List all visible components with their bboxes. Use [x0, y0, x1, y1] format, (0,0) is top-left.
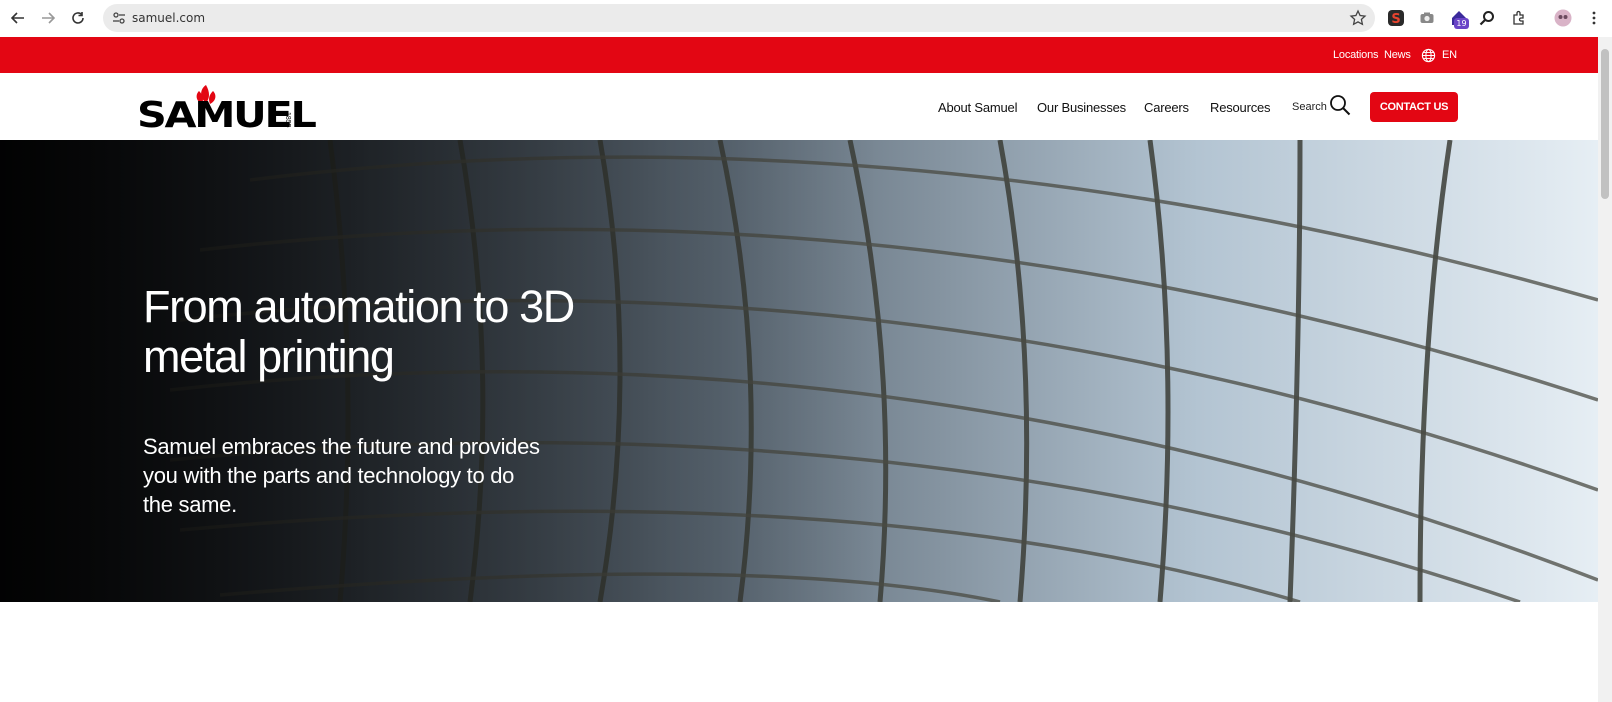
- search-icon[interactable]: [1329, 94, 1351, 116]
- globe-icon[interactable]: [1421, 48, 1436, 63]
- hero-title: From automation to 3D metal printing: [143, 282, 703, 382]
- language-selector[interactable]: EN: [1442, 49, 1457, 61]
- hero-banner: From automation to 3D metal printing Sam…: [0, 140, 1598, 602]
- hero-subtitle: Samuel embraces the future and provides …: [143, 432, 613, 519]
- hero-subtitle-line-1: Samuel embraces the future and provides: [143, 434, 540, 459]
- hero-title-line-2: metal printing: [143, 331, 395, 382]
- back-button[interactable]: [7, 7, 29, 29]
- news-link[interactable]: News: [1384, 49, 1411, 61]
- menu-icon[interactable]: [1584, 8, 1604, 28]
- address-bar[interactable]: samuel.com: [103, 4, 1375, 32]
- reload-button[interactable]: [67, 7, 89, 29]
- utility-bar: Locations News EN: [0, 37, 1598, 73]
- hero-subtitle-line-3: the same.: [143, 492, 237, 517]
- svg-text:S: S: [1391, 12, 1400, 27]
- lens-search-icon[interactable]: [1477, 8, 1497, 28]
- reload-icon: [72, 12, 84, 24]
- star-icon[interactable]: [1349, 9, 1367, 27]
- hero-title-line-1: From automation to 3D: [143, 281, 575, 332]
- nav-our-businesses[interactable]: Our Businesses: [1037, 100, 1126, 115]
- extension-s-icon[interactable]: S: [1386, 8, 1406, 28]
- forward-button[interactable]: [37, 7, 59, 29]
- forward-icon: [42, 12, 55, 24]
- scrollbar-thumb[interactable]: [1601, 49, 1609, 199]
- search-label[interactable]: Search: [1292, 101, 1327, 113]
- browser-toolbar: samuel.com S 19: [0, 0, 1612, 37]
- site-header: SAMUEL 1855 About Samuel Our Businesses …: [0, 73, 1598, 140]
- nav-about-samuel[interactable]: About Samuel: [938, 100, 1017, 115]
- camera-icon[interactable]: [1417, 8, 1437, 28]
- profile-avatar[interactable]: [1553, 8, 1573, 28]
- extensions-icon[interactable]: [1509, 8, 1529, 28]
- hero-subtitle-line-2: you with the parts and technology to do: [143, 463, 515, 488]
- page-scrollbar[interactable]: [1598, 37, 1612, 702]
- nav-careers[interactable]: Careers: [1144, 100, 1189, 115]
- url-text[interactable]: samuel.com: [132, 11, 205, 25]
- contact-us-button[interactable]: CONTACT US: [1370, 92, 1458, 122]
- site-info-icon[interactable]: [111, 10, 127, 26]
- back-icon: [11, 12, 24, 24]
- locations-link[interactable]: Locations: [1333, 49, 1378, 61]
- extension-badge: 19: [1454, 18, 1469, 29]
- logo-year: 1855: [284, 112, 291, 128]
- nav-resources[interactable]: Resources: [1210, 100, 1271, 115]
- samuel-logo[interactable]: SAMUEL 1855: [137, 83, 317, 136]
